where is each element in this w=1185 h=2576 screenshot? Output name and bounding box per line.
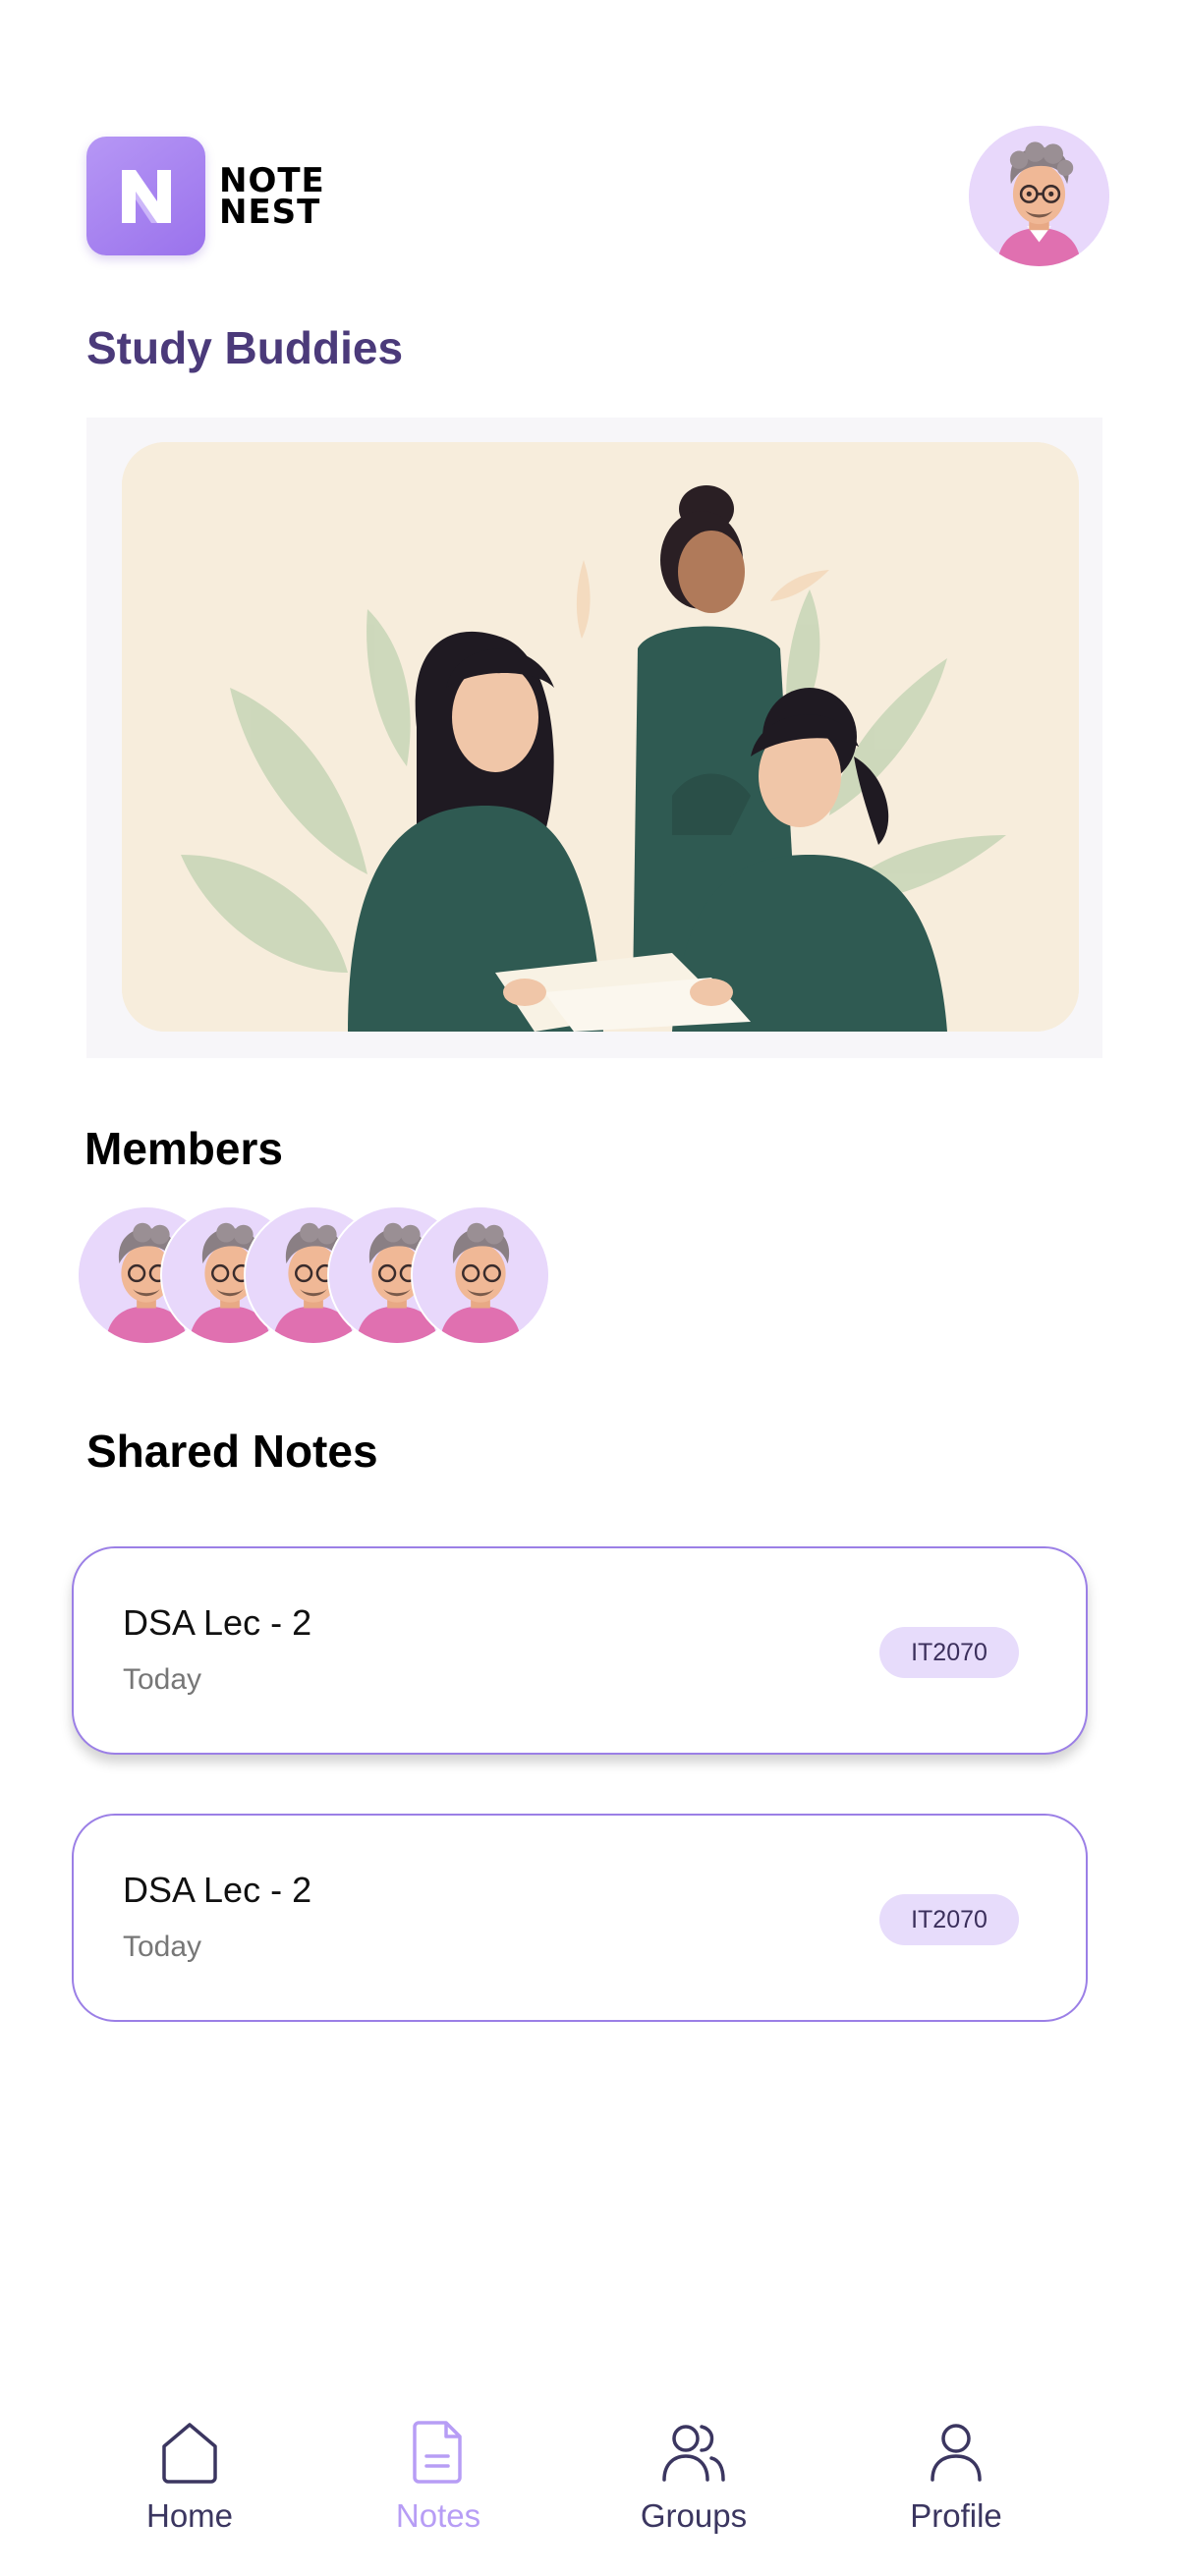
logo-wordmark: NOTE NEST: [219, 160, 325, 232]
note-title: DSA Lec - 2: [123, 1870, 312, 1910]
module-badge: IT2070: [879, 1627, 1019, 1678]
group-cover-image: [86, 418, 1102, 1058]
note-card[interactable]: DSA Lec - 2 Today IT2070: [72, 1814, 1088, 2022]
avatar-illustration: [969, 126, 1109, 266]
logo-n-icon: [121, 169, 171, 223]
module-badge: IT2070: [879, 1894, 1019, 1945]
document-icon: [413, 2421, 462, 2484]
nav-label-groups: Groups: [640, 2497, 748, 2534]
shared-notes-title: Shared Notes: [86, 1426, 378, 1477]
nav-label-profile: Profile: [910, 2497, 1002, 2534]
members-title: Members: [85, 1123, 283, 1174]
profile-avatar[interactable]: [969, 126, 1109, 266]
logo-line2: NEST: [219, 192, 321, 232]
home-icon: [162, 2423, 217, 2484]
bottom-nav: Home Notes Groups Profile: [0, 2378, 1185, 2576]
group-title: Study Buddies: [86, 322, 404, 373]
nav-item-home[interactable]: Home: [91, 2417, 288, 2535]
note-card[interactable]: DSA Lec - 2 Today IT2070: [72, 1546, 1088, 1755]
members-avatar-row[interactable]: [77, 1205, 588, 1345]
logo-tile: [86, 137, 205, 255]
nav-label-notes: Notes: [395, 2497, 481, 2534]
note-date: Today: [123, 1931, 202, 1963]
nav-item-notes[interactable]: Notes: [340, 2417, 536, 2535]
nav-item-profile[interactable]: Profile: [858, 2417, 1054, 2535]
nav-label-home: Home: [145, 2497, 234, 2534]
avatar-illustration: [413, 1207, 548, 1343]
app-logo: NOTE NEST: [86, 137, 325, 255]
users-icon: [662, 2425, 725, 2482]
logo-line1: NOTE: [219, 160, 325, 200]
group-illustration: [122, 442, 1079, 1032]
user-icon: [931, 2424, 982, 2482]
note-date: Today: [123, 1663, 202, 1696]
note-title: DSA Lec - 2: [123, 1602, 312, 1643]
nav-item-groups[interactable]: Groups: [595, 2417, 792, 2535]
member-avatar[interactable]: [411, 1205, 550, 1345]
study-group-illustration: [122, 442, 1079, 1032]
